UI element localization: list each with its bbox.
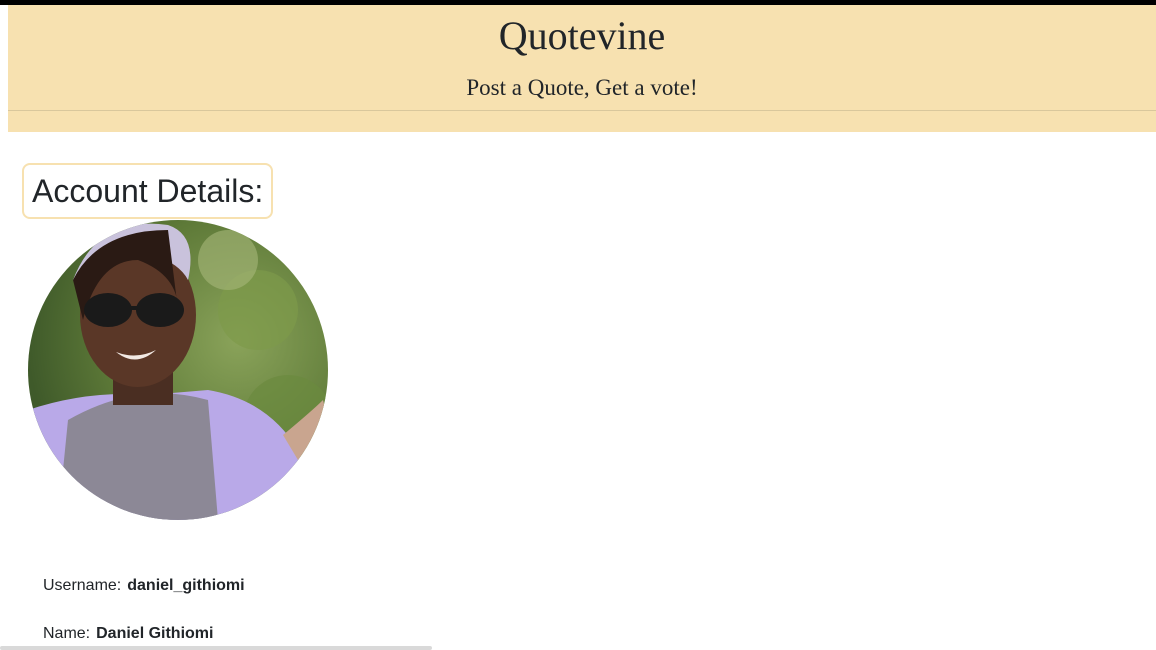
username-value: daniel_githiomi <box>127 577 245 594</box>
header-divider <box>8 110 1156 111</box>
name-label: Name: <box>43 625 91 642</box>
avatar <box>28 220 328 520</box>
site-header: Quotevine Post a Quote, Get a vote! <box>8 5 1156 132</box>
horizontal-scrollbar[interactable] <box>0 646 432 650</box>
name-row: Name: Daniel Githiomi <box>43 624 213 644</box>
profile-photo-icon <box>28 220 328 520</box>
account-details-heading: Account Details: <box>22 162 274 219</box>
name-value: Daniel Githiomi <box>96 625 214 642</box>
username-row: Username: daniel_githiomi <box>43 576 245 596</box>
username-label: Username: <box>43 577 122 594</box>
site-title[interactable]: Quotevine <box>8 5 1156 59</box>
site-tagline: Post a Quote, Get a vote! <box>466 75 698 100</box>
